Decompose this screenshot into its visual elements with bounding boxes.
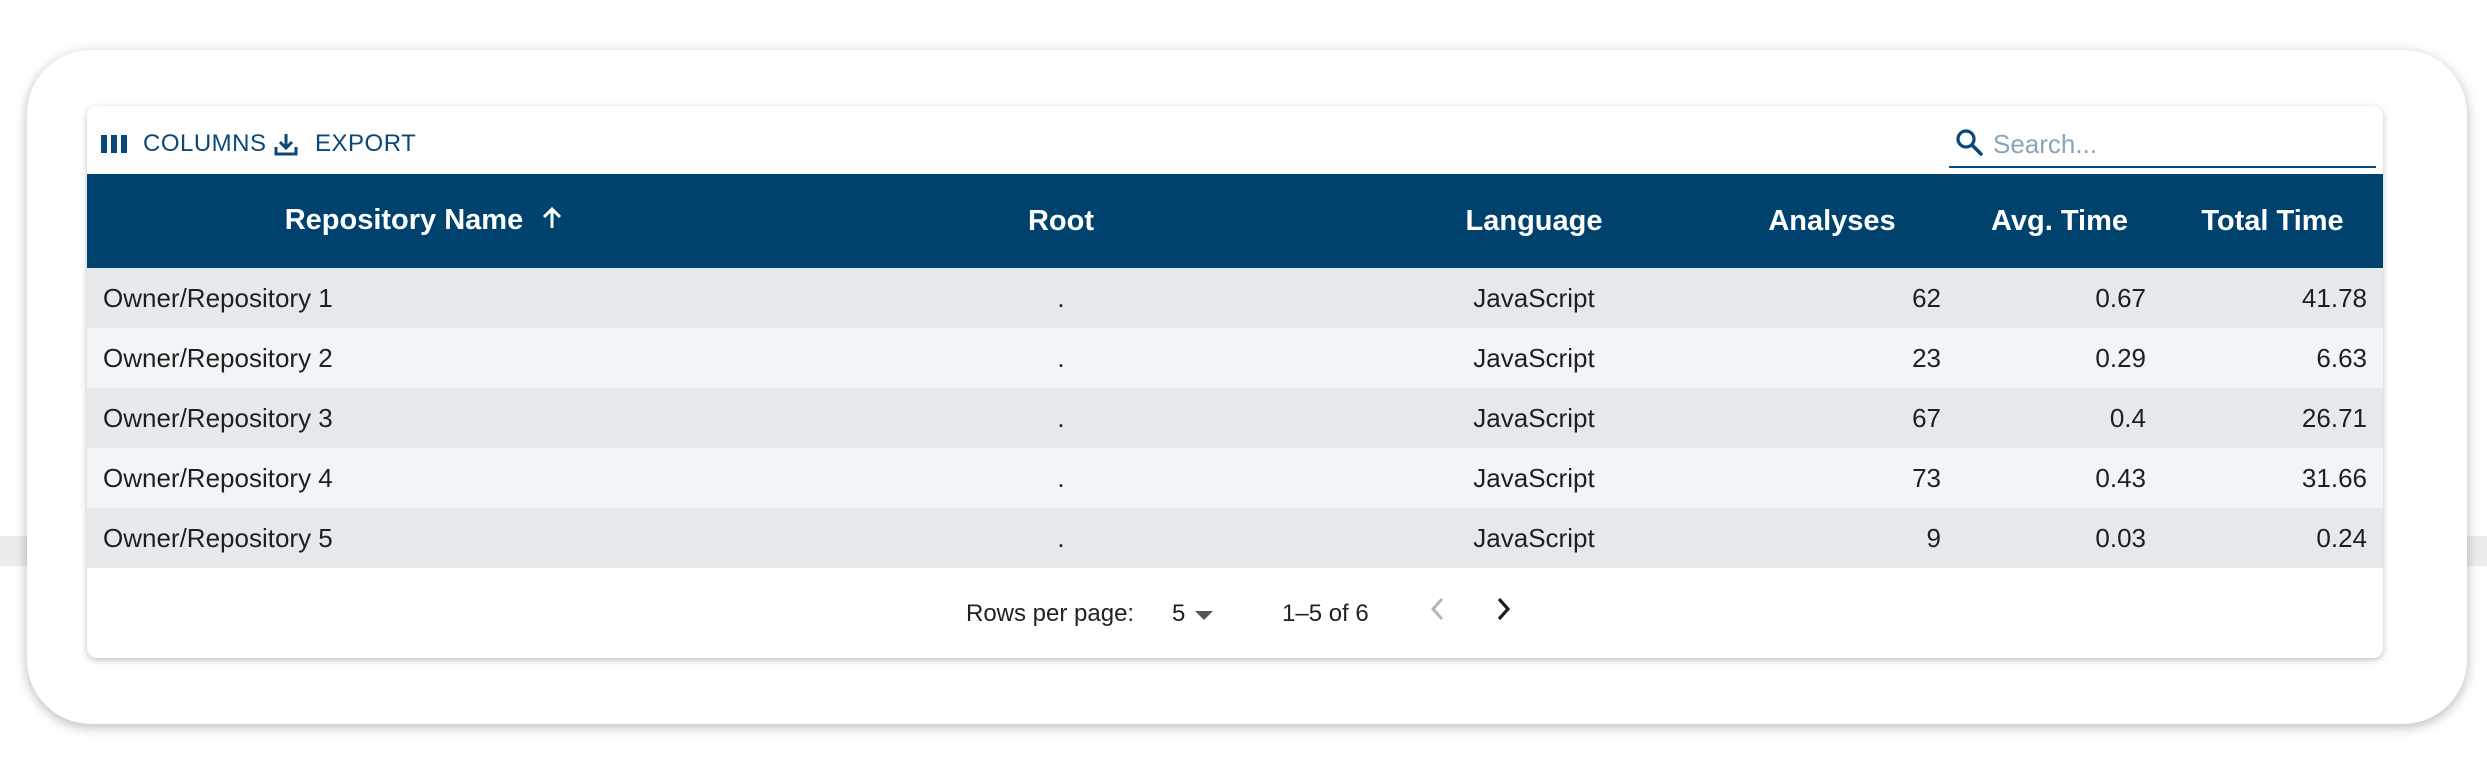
table-row[interactable]: Owner/Repository 4 . JavaScript 73 0.43 …: [87, 448, 2383, 508]
column-header-repository-name[interactable]: Repository Name: [87, 174, 761, 268]
cell-analyses: 9: [1926, 522, 1941, 553]
column-header-label: Language: [1465, 204, 1603, 237]
cell-language: JavaScript: [1473, 462, 1595, 493]
cell-avg-time: 0.67: [2095, 282, 2146, 313]
column-header-label: Total Time: [2201, 204, 2344, 237]
cell-repository-name: Owner/Repository 1: [103, 282, 333, 313]
cell-analyses: 62: [1912, 282, 1941, 313]
column-header-total-time[interactable]: Total Time: [2162, 174, 2383, 268]
cell-language: JavaScript: [1473, 522, 1595, 553]
cell-total-time: 31.66: [2301, 462, 2367, 493]
view-column-icon: [101, 133, 127, 155]
previous-page-button[interactable]: [1417, 592, 1457, 632]
cell-analyses: 67: [1912, 402, 1941, 433]
column-header-label: Avg. Time: [1991, 204, 2128, 237]
table-row[interactable]: Owner/Repository 2 . JavaScript 23 0.29 …: [87, 328, 2383, 388]
cell-avg-time: 0.29: [2095, 342, 2146, 373]
data-grid: COLUMNS EXPORT Search... Repository Name…: [87, 106, 2383, 658]
export-label: EXPORT: [315, 130, 417, 157]
columns-button[interactable]: COLUMNS: [101, 128, 267, 160]
cell-repository-name: Owner/Repository 2: [103, 342, 333, 373]
cell-repository-name: Owner/Repository 4: [103, 462, 333, 493]
download-icon: [273, 131, 299, 157]
table-header-row: Repository Name Root Language Analyses A…: [87, 174, 2383, 268]
rows-per-page-label: Rows per page:: [966, 600, 1135, 627]
next-page-button[interactable]: [1484, 592, 1524, 632]
table-row[interactable]: Owner/Repository 1 . JavaScript 62 0.67 …: [87, 268, 2383, 328]
cell-root: .: [1057, 342, 1065, 373]
cell-avg-time: 0.43: [2095, 462, 2146, 493]
caret-down-icon: [1195, 600, 1214, 628]
cell-avg-time: 0.03: [2095, 522, 2146, 553]
cell-root: .: [1057, 462, 1065, 493]
arrow-up-icon: [541, 205, 563, 238]
cell-avg-time: 0.4: [2109, 402, 2146, 433]
cell-repository-name: Owner/Repository 3: [103, 402, 333, 433]
chevron-left-icon: [1429, 596, 1445, 629]
chevron-right-icon: [1496, 596, 1512, 629]
search-icon: [1949, 128, 1993, 161]
search-field[interactable]: [1949, 122, 2376, 168]
cell-language: JavaScript: [1473, 402, 1595, 433]
export-button[interactable]: EXPORT: [273, 128, 416, 160]
cell-analyses: 73: [1912, 462, 1941, 493]
column-header-label: Root: [1027, 204, 1095, 237]
column-header-analyses[interactable]: Analyses: [1707, 174, 1957, 268]
columns-label: COLUMNS: [143, 130, 267, 157]
repositories-table: Repository Name Root Language Analyses A…: [87, 174, 2383, 568]
rows-per-page-value: 5: [1172, 600, 1186, 627]
table-row[interactable]: Owner/Repository 5 . JavaScript 9 0.03 0…: [87, 508, 2383, 568]
cell-total-time: 26.71: [2301, 402, 2367, 433]
cell-repository-name: Owner/Repository 5: [103, 522, 333, 553]
search-input[interactable]: [1993, 128, 2353, 160]
table-row[interactable]: Owner/Repository 3 . JavaScript 67 0.4 2…: [87, 388, 2383, 448]
cell-total-time: 6.63: [2316, 342, 2367, 373]
rows-per-page-select[interactable]: 5: [1172, 598, 1232, 630]
column-header-root[interactable]: Root: [761, 174, 1361, 268]
pagination-range: 1–5 of 6: [1282, 600, 1369, 627]
cell-language: JavaScript: [1473, 282, 1595, 313]
cell-root: .: [1057, 282, 1065, 313]
column-header-label: Repository Name: [284, 204, 524, 237]
cell-analyses: 23: [1912, 342, 1941, 373]
column-header-avg-time[interactable]: Avg. Time: [1957, 174, 2162, 268]
grid-toolbar: COLUMNS EXPORT: [87, 106, 2383, 174]
pagination-footer: Rows per page: 5 1–5 of 6: [87, 572, 2383, 658]
cell-total-time: 41.78: [2301, 282, 2367, 313]
cell-root: .: [1057, 402, 1065, 433]
column-header-language[interactable]: Language: [1361, 174, 1707, 268]
cell-total-time: 0.24: [2316, 522, 2367, 553]
cell-root: .: [1057, 522, 1065, 553]
cell-language: JavaScript: [1473, 342, 1595, 373]
column-header-label: Analyses: [1768, 204, 1896, 237]
